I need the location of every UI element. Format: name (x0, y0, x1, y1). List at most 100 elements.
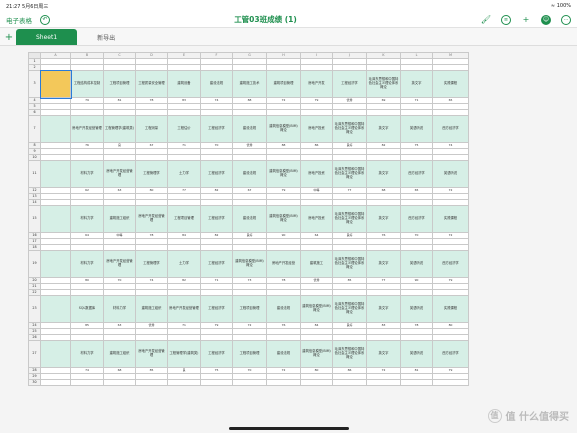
subject-cell[interactable]: 西方经济学 (400, 160, 433, 188)
subject-cell[interactable]: 工程项目管理 (103, 70, 136, 98)
subject-cell[interactable]: 房地产开发经营管理 (135, 205, 168, 233)
subject-cell[interactable]: 工程经济学 (200, 340, 233, 368)
add-icon[interactable]: + (521, 15, 531, 25)
tab-sheet1[interactable]: Sheet1 (16, 29, 78, 45)
subject-cell[interactable]: 英语听说 (400, 250, 433, 278)
subject-cell[interactable]: 房地产投资 (300, 160, 333, 188)
subject-cell[interactable]: 房地产开发经营管理 (70, 115, 104, 143)
subject-cell[interactable]: 实践课程 (432, 70, 469, 98)
subject-cell[interactable]: 房地产开发经营管理 (167, 295, 201, 323)
cell[interactable] (200, 379, 233, 386)
row-header[interactable]: 19 (28, 250, 41, 278)
subject-cell[interactable]: 土力学 (167, 160, 201, 188)
subject-cell[interactable]: 建筑信息模型(BIM)概论 (300, 340, 333, 368)
subject-cell[interactable]: 建设法规 (232, 205, 267, 233)
subject-cell[interactable]: 建筑信息模型(BIM)概论 (300, 295, 333, 323)
subject-cell[interactable]: 英文字 (366, 250, 401, 278)
cell[interactable] (400, 379, 433, 386)
more-icon[interactable]: ··· (561, 14, 571, 25)
spreadsheet-area[interactable]: A B C D E F G H I J K L M 1 2 3 工程结构成本控制 工程项目管理 工程质量安全管理 建筑… (0, 46, 577, 433)
subject-cell[interactable]: 毛泽东思想和中国特色社会主义理论体系概论 (332, 340, 367, 368)
subject-cell[interactable]: 建设法规 (266, 295, 301, 323)
cell[interactable] (167, 379, 201, 386)
subject-cell[interactable]: 材料力学 (103, 295, 136, 323)
subject-cell[interactable]: 毛泽东思想和中国特色社会主义理论体系概论 (366, 70, 401, 98)
subject-cell[interactable]: 材料力学 (70, 250, 104, 278)
subject-cell[interactable]: 英文字 (400, 70, 433, 98)
subject-cell[interactable]: 英文字 (366, 115, 401, 143)
subject-cell[interactable]: 工程经济学 (200, 205, 233, 233)
subject-cell[interactable]: 建设法规 (232, 160, 267, 188)
subject-cell[interactable]: 建筑施工技术 (232, 70, 267, 98)
back-button[interactable]: 电子表格 (6, 15, 32, 25)
subject-cell[interactable] (39, 69, 72, 99)
subject-cell[interactable] (40, 340, 71, 368)
row-header[interactable]: 23 (28, 295, 41, 323)
subject-cell[interactable]: 英文字 (366, 160, 401, 188)
subject-cell[interactable]: 工程估价 (167, 115, 201, 143)
subject-cell[interactable] (40, 160, 71, 188)
row-header[interactable]: 15 (28, 205, 41, 233)
subject-cell[interactable]: 西方经济学 (432, 340, 469, 368)
row-header[interactable]: 3 (28, 70, 41, 98)
cell[interactable] (103, 379, 136, 386)
subject-cell[interactable]: 材料力学 (70, 340, 104, 368)
row-header[interactable]: 11 (28, 160, 41, 188)
subject-cell[interactable]: SQL数据库 (70, 295, 104, 323)
row-header[interactable]: 7 (28, 115, 41, 143)
cell[interactable] (432, 379, 469, 386)
subject-cell[interactable] (40, 250, 71, 278)
subject-cell[interactable]: 英语听说 (400, 340, 433, 368)
cell[interactable] (70, 379, 104, 386)
document-title[interactable]: 工管03班成绩 (1) (234, 14, 297, 25)
subject-cell[interactable]: 房地产投资 (300, 115, 333, 143)
subject-cell[interactable]: 房地产开发 (300, 70, 333, 98)
subject-cell[interactable] (40, 295, 71, 323)
subject-cell[interactable]: 工程管理学 (135, 250, 168, 278)
spreadsheet-grid[interactable]: A B C D E F G H I J K L M 1 2 3 工程结构成本控制 工程项目管理 工程质量安全管理 建筑… (28, 52, 469, 386)
subject-cell[interactable]: 工程管理学 (135, 160, 168, 188)
subject-cell[interactable]: 工程经济学 (200, 250, 233, 278)
subject-cell[interactable]: 实践课程 (432, 205, 469, 233)
subject-cell[interactable]: 房地产投资 (300, 205, 333, 233)
cell[interactable] (232, 379, 267, 386)
subject-cell[interactable]: 工程经济学 (200, 115, 233, 143)
subject-cell[interactable]: 建筑信息模型(BIM)概论 (266, 205, 301, 233)
subject-cell[interactable]: 土力学 (167, 250, 201, 278)
subject-cell[interactable]: 工程管理学(建筑类) (167, 340, 201, 368)
subject-cell[interactable]: 毛泽东思想和中国特色社会主义理论体系概论 (332, 295, 367, 323)
subject-cell[interactable]: 工程项目管理 (232, 340, 267, 368)
subject-cell[interactable]: 实践课程 (432, 295, 469, 323)
subject-cell[interactable] (40, 205, 71, 233)
subject-cell[interactable]: 毛泽东思想和中国特色社会主义理论体系概论 (332, 205, 367, 233)
subject-cell[interactable]: 建设法规 (232, 115, 267, 143)
subject-cell[interactable]: 建筑施工 (300, 250, 333, 278)
subject-cell[interactable]: 房地产开发经营 (266, 250, 301, 278)
subject-cell[interactable]: 西方经济学 (400, 205, 433, 233)
cell[interactable] (266, 379, 301, 386)
subject-cell[interactable]: 建筑施工组织 (103, 340, 136, 368)
subject-cell[interactable]: 毛泽东思想和中国特色社会主义理论体系概论 (332, 115, 367, 143)
subject-cell[interactable]: 建筑施工组织 (135, 295, 168, 323)
subject-cell[interactable]: 工程经济学 (200, 160, 233, 188)
subject-cell[interactable]: 建筑信息模型(BIM)概论 (266, 160, 301, 188)
format-icon[interactable]: ≡ (501, 14, 511, 25)
subject-cell[interactable]: 英文字 (366, 295, 401, 323)
subject-cell[interactable]: 英语听说 (400, 115, 433, 143)
subject-cell[interactable]: 工程经济学 (200, 295, 233, 323)
subject-cell[interactable]: 工程项目管理 (232, 295, 267, 323)
collaborate-icon[interactable]: ☺ (541, 14, 551, 25)
subject-cell[interactable]: 工程测量 (135, 115, 168, 143)
subject-cell[interactable]: 建筑施工组织 (103, 205, 136, 233)
subject-cell[interactable]: 英语听说 (400, 295, 433, 323)
subject-cell[interactable]: 工程管理学(建筑类) (103, 115, 136, 143)
subject-cell[interactable]: 工程项目管理 (167, 205, 201, 233)
subject-cell[interactable]: 建筑信息模型(BIM)概论 (232, 250, 267, 278)
subject-cell[interactable]: 英语听说 (432, 160, 469, 188)
subject-cell[interactable]: 工程经济学 (332, 70, 367, 98)
subject-cell[interactable]: 毛泽东思想和中国特色社会主义理论体系概论 (332, 250, 367, 278)
subject-cell[interactable]: 建筑项目管理 (266, 70, 301, 98)
subject-cell[interactable]: 毛泽东思想和中国特色社会主义理论体系概论 (332, 160, 367, 188)
subject-cell[interactable]: 房地产开发经营管理 (103, 160, 136, 188)
subject-cell[interactable]: 房地产开发经营管理 (135, 340, 168, 368)
